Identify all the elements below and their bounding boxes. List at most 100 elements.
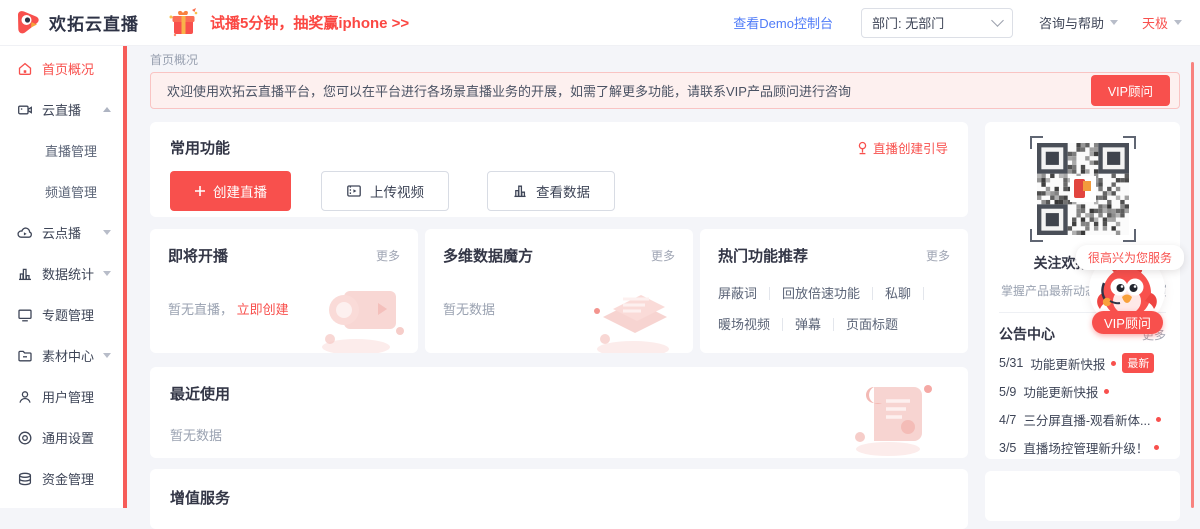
bar-chart-icon bbox=[17, 266, 33, 282]
common-functions-title: 常用功能 bbox=[170, 137, 230, 158]
common-functions-card: 常用功能 直播创建引导 创建直播 上传视频 bbox=[150, 122, 968, 217]
announcement-date: 3/5 bbox=[999, 441, 1016, 455]
chevron-up-icon bbox=[103, 107, 111, 112]
sidebar-subitem-channel-management[interactable]: 频道管理 bbox=[0, 171, 123, 212]
view-data-label: 查看数据 bbox=[536, 181, 590, 201]
sidebar-item-cloud-live[interactable]: 云直播 bbox=[0, 89, 123, 130]
sidebar-item-funds-management[interactable]: 资金管理 bbox=[0, 458, 123, 499]
value-added-card: 增值服务 bbox=[150, 469, 968, 529]
sidebar-item-label: 资金管理 bbox=[42, 469, 94, 488]
hot-feature-link[interactable]: 暖场视频 bbox=[718, 309, 783, 340]
monitor-icon bbox=[17, 307, 33, 323]
announcement-item[interactable]: 4/7 三分屏直播-观看新体... bbox=[999, 410, 1166, 429]
announcement-text: 直播场控管理新升级！ bbox=[1023, 438, 1148, 457]
sidebar-subitem-label: 直播管理 bbox=[45, 141, 97, 160]
demo-console-link[interactable]: 查看Demo控制台 bbox=[733, 13, 833, 32]
hot-feature-link[interactable]: 回放倍速功能 bbox=[782, 278, 873, 309]
funds-icon bbox=[17, 471, 33, 487]
new-badge: 最新 bbox=[1122, 353, 1154, 373]
hot-feature-link[interactable]: 页面标题 bbox=[846, 309, 911, 340]
recent-used-card: 最近使用 暂无数据 bbox=[150, 367, 968, 458]
sidebar-item-cloud-vod[interactable]: 云点播 bbox=[0, 212, 123, 253]
logo-text: 欢拓云直播 bbox=[49, 10, 139, 35]
mascot-vip-button[interactable]: VIP顾问 bbox=[1092, 311, 1163, 334]
announcement-text: 功能更新快报 bbox=[1030, 354, 1105, 373]
sidebar-item-material-center[interactable]: 素材中心 bbox=[0, 335, 123, 376]
upcoming-live-title: 即将开播 bbox=[168, 245, 228, 266]
promo-banner[interactable]: 试播5分钟，抽奖赢iphone >> bbox=[166, 7, 409, 39]
chevron-down-icon bbox=[103, 230, 111, 235]
guide-pin-icon bbox=[856, 141, 869, 155]
home-icon bbox=[17, 61, 33, 77]
red-dot-icon bbox=[1111, 361, 1116, 366]
sidebar-item-label: 数据统计 bbox=[42, 264, 94, 283]
red-dot-icon bbox=[1156, 417, 1161, 422]
create-live-button[interactable]: 创建直播 bbox=[170, 171, 291, 211]
breadcrumb: 首页概况 bbox=[150, 51, 198, 68]
gift-icon bbox=[166, 7, 200, 39]
bird-logo-icon bbox=[14, 9, 41, 36]
plus-icon bbox=[194, 185, 206, 197]
guide-link-label: 直播创建引导 bbox=[873, 138, 948, 157]
sidebar-item-home-overview[interactable]: 首页概况 bbox=[0, 48, 123, 89]
app-logo[interactable]: 欢拓云直播 bbox=[0, 9, 152, 36]
help-menu[interactable]: 咨询与帮助 bbox=[1039, 13, 1118, 32]
sidebar-item-label: 素材中心 bbox=[42, 346, 94, 365]
upcoming-live-card: 即将开播 更多 暂无直播， 立即创建 bbox=[150, 229, 418, 353]
announcement-item[interactable]: 5/9 功能更新快报 bbox=[999, 382, 1166, 401]
create-now-link[interactable]: 立即创建 bbox=[237, 302, 289, 317]
vip-consultant-button[interactable]: VIP顾问 bbox=[1091, 75, 1170, 106]
promo-text: 试播5分钟，抽奖赢iphone >> bbox=[210, 12, 409, 33]
sidebar-item-user-management[interactable]: 用户管理 bbox=[0, 376, 123, 417]
user-menu[interactable]: 天极 bbox=[1142, 13, 1182, 32]
right-secondary-card bbox=[985, 471, 1180, 521]
create-live-label: 创建直播 bbox=[213, 181, 267, 201]
announcement-date: 4/7 bbox=[999, 413, 1016, 427]
hot-feature-link[interactable]: 屏蔽词 bbox=[718, 278, 770, 309]
settings-icon bbox=[17, 430, 33, 446]
user-icon bbox=[17, 389, 33, 405]
top-header: 欢拓云直播 试播5分钟，抽奖赢iphone >> 查看Demo控制台 部门: 无… bbox=[0, 0, 1200, 46]
sidebar: 首页概况 云直播 直播管理 频道管理 云点播 数据统计 bbox=[0, 46, 123, 508]
mascot-tooltip: 很高兴为您服务 bbox=[1076, 245, 1184, 270]
chevron-down-icon bbox=[103, 353, 111, 358]
upload-video-label: 上传视频 bbox=[370, 181, 424, 201]
sidebar-item-general-settings[interactable]: 通用设置 bbox=[0, 417, 123, 458]
sidebar-item-label: 专题管理 bbox=[42, 305, 94, 324]
qr-code bbox=[1037, 143, 1129, 235]
sidebar-scrollbar[interactable] bbox=[123, 46, 127, 508]
sidebar-item-label: 用户管理 bbox=[42, 387, 94, 406]
value-added-title: 增值服务 bbox=[170, 490, 230, 507]
hot-features-more-link[interactable]: 更多 bbox=[926, 247, 950, 264]
announcement-text: 功能更新快报 bbox=[1023, 382, 1098, 401]
welcome-notice: 欢迎使用欢拓云直播平台，您可以在平台进行各场景直播业务的开展，如需了解更多功能，… bbox=[150, 72, 1180, 109]
announcement-list: 5/31 功能更新快报 最新 5/9 功能更新快报 4/7 三分屏直播-观看新体… bbox=[999, 353, 1166, 457]
sidebar-item-topic-management[interactable]: 专题管理 bbox=[0, 294, 123, 335]
folder-icon bbox=[17, 348, 33, 364]
hot-feature-link[interactable]: 弹幕 bbox=[795, 309, 834, 340]
chart-icon bbox=[512, 183, 528, 199]
caret-down-icon bbox=[1110, 20, 1118, 25]
upload-video-button[interactable]: 上传视频 bbox=[321, 171, 449, 211]
announcement-text: 三分屏直播-观看新体... bbox=[1023, 410, 1150, 429]
announcement-item[interactable]: 3/5 直播场控管理新升级！ bbox=[999, 438, 1166, 457]
hot-feature-link[interactable]: 私聊 bbox=[885, 278, 924, 309]
caret-down-icon bbox=[1174, 20, 1182, 25]
upcoming-empty-text: 暂无直播， bbox=[168, 302, 233, 317]
sidebar-subitem-live-management[interactable]: 直播管理 bbox=[0, 130, 123, 171]
sidebar-item-label: 云直播 bbox=[42, 100, 81, 119]
sidebar-item-label: 首页概况 bbox=[42, 59, 94, 78]
announcement-item[interactable]: 5/31 功能更新快报 最新 bbox=[999, 353, 1166, 373]
content-scrollbar[interactable] bbox=[1191, 62, 1194, 508]
sidebar-item-label: 通用设置 bbox=[42, 428, 94, 447]
data-cube-more-link[interactable]: 更多 bbox=[651, 247, 675, 264]
department-select[interactable]: 部门: 无部门 bbox=[861, 8, 1013, 38]
live-create-guide-link[interactable]: 直播创建引导 bbox=[856, 138, 948, 157]
announcement-date: 5/9 bbox=[999, 385, 1016, 399]
view-data-button[interactable]: 查看数据 bbox=[487, 171, 615, 211]
hot-features-card: 热门功能推荐 更多 屏蔽词 回放倍速功能 私聊 暖场视频 弹幕 页面标题 bbox=[700, 229, 968, 353]
data-cube-title: 多维数据魔方 bbox=[443, 245, 533, 266]
announcements-title: 公告中心 bbox=[999, 324, 1055, 344]
upcoming-more-link[interactable]: 更多 bbox=[376, 247, 400, 264]
sidebar-item-data-statistics[interactable]: 数据统计 bbox=[0, 253, 123, 294]
